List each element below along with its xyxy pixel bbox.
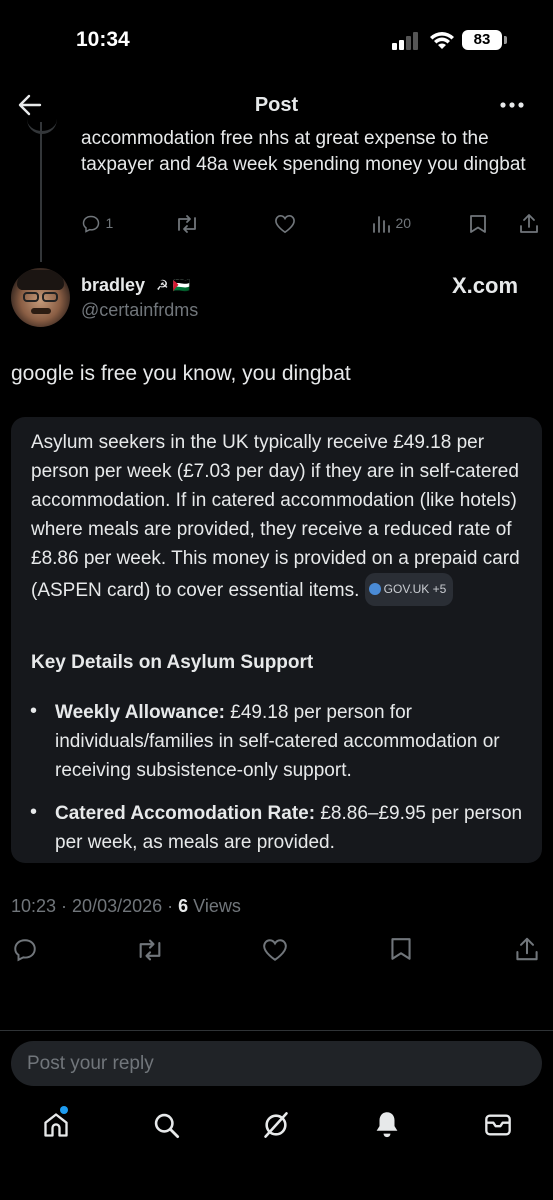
share-icon: [520, 214, 538, 233]
share-icon: [516, 937, 538, 961]
parent-repost-button[interactable]: [175, 214, 199, 234]
author-name[interactable]: bradley: [81, 275, 145, 296]
repost-button[interactable]: [136, 938, 164, 962]
repost-icon: [178, 215, 196, 233]
author-handle[interactable]: @certainfrdms: [81, 300, 198, 321]
bullet-label: Catered Accomodation Rate:: [55, 803, 316, 824]
grok-icon: [264, 1112, 288, 1138]
post-timestamp: 10:23 · 20/03/2026 ·: [11, 896, 179, 916]
nav-notifications[interactable]: [373, 1110, 401, 1140]
nav-messages[interactable]: [484, 1112, 512, 1138]
reply-placeholder[interactable]: Post your reply: [27, 1053, 154, 1075]
nav-grok[interactable]: [262, 1111, 290, 1139]
card-heading: Key Details on Asylum Support: [31, 652, 314, 673]
author-avatar[interactable]: [11, 268, 70, 327]
parent-views-count: 20: [395, 215, 412, 232]
bookmark-icon: [391, 938, 411, 960]
home-icon: [44, 1113, 68, 1137]
bullet-item: Catered Accomodation Rate: £8.86–£9.95 p…: [55, 799, 525, 857]
heart-icon: [275, 214, 295, 234]
author-flags: ☭ 🇵🇸: [156, 277, 190, 293]
parent-reply-button[interactable]: 1: [81, 214, 113, 234]
bell-icon: [376, 1112, 398, 1138]
parent-bookmark-button[interactable]: [469, 214, 487, 234]
status-time: 10:34: [76, 28, 130, 51]
nav-home[interactable]: [42, 1111, 70, 1139]
page-title: Post: [254, 94, 299, 116]
bookmark-icon: [470, 215, 486, 233]
mail-icon: [485, 1114, 511, 1136]
cellular-signal-icon: [392, 32, 420, 50]
more-options-button[interactable]: [500, 102, 524, 108]
speech-bubble-icon: [14, 939, 36, 962]
bullet-item: Weekly Allowance: £49.18 per person for …: [55, 698, 525, 785]
bullet-label: Weekly Allowance:: [55, 702, 226, 723]
nav-search[interactable]: [152, 1111, 180, 1139]
parent-like-button[interactable]: [274, 214, 296, 234]
speech-bubble-icon: [82, 215, 100, 233]
post-text: google is free you know, you dingbat: [11, 362, 351, 385]
post-meta: 10:23 · 20/03/2026 · 6 Views: [11, 896, 241, 917]
bullet-dot: •: [30, 801, 38, 823]
repost-icon: [139, 939, 161, 961]
bar-chart-icon: [373, 216, 390, 233]
divider: [0, 1030, 553, 1031]
parent-post-text: accommodation free nhs at great expense …: [81, 128, 526, 175]
search-icon: [154, 1113, 180, 1139]
heart-icon: [263, 939, 287, 961]
like-button[interactable]: [262, 938, 288, 962]
more-horizontal-icon: [500, 102, 524, 108]
parent-reply-count: 1: [105, 215, 114, 232]
thread-connector: [40, 122, 42, 262]
views-count: 6: [178, 896, 189, 916]
bullet-dot: •: [30, 700, 38, 722]
share-button[interactable]: [515, 936, 539, 962]
home-notification-dot: [60, 1106, 68, 1114]
parent-share-button[interactable]: [519, 213, 539, 234]
parent-views-button[interactable]: 20: [371, 214, 411, 234]
gov-crest-icon: [368, 583, 381, 595]
bookmark-button[interactable]: [390, 936, 412, 962]
reply-button[interactable]: [12, 937, 38, 963]
parent-avatar[interactable]: [27, 118, 57, 134]
battery-icon: 83: [462, 30, 507, 50]
source-chip[interactable]: GOV.UK +5: [364, 573, 454, 606]
source-chip-label: GOV.UK +5: [383, 582, 447, 596]
x-com-watermark: X.com: [452, 273, 519, 298]
card-paragraph: Asylum seekers in the UK typically recei…: [31, 428, 521, 606]
wifi-icon: [429, 30, 455, 50]
views-label[interactable]: Views: [188, 896, 241, 916]
